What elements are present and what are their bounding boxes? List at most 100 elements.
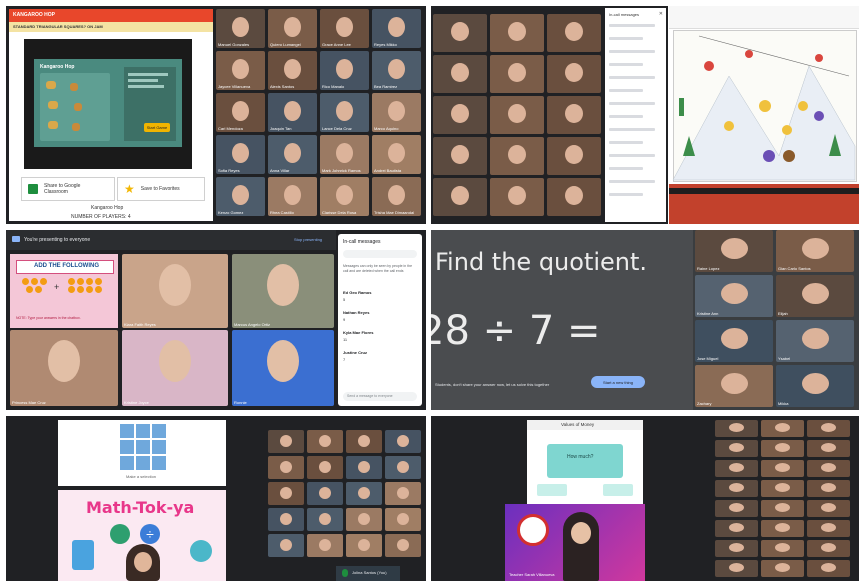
participant-tile[interactable] — [715, 420, 758, 437]
participant-tile[interactable] — [547, 14, 601, 52]
participant-tile[interactable] — [268, 456, 304, 479]
participant-tile[interactable]: Mark Johnrick Ramos — [320, 135, 369, 174]
participant-tile[interactable] — [715, 480, 758, 497]
participant-tile[interactable] — [761, 480, 804, 497]
share-classroom-button[interactable]: Share to Google Classroom — [21, 177, 115, 201]
participant-tile[interactable] — [715, 520, 758, 537]
participant-tile[interactable] — [307, 456, 343, 479]
participant-tile[interactable]: Jaycee Villanueva — [216, 51, 265, 90]
participant-tile[interactable]: Kiara Faith Reyes — [122, 254, 228, 328]
participant-tile[interactable]: Kristine Ann — [695, 275, 773, 317]
start-game-button[interactable]: Start Game — [144, 123, 170, 132]
participant-tile[interactable]: Princess Mae Cruz — [10, 330, 118, 406]
participant-tile[interactable] — [761, 540, 804, 557]
participant-tile[interactable] — [807, 560, 850, 577]
participant-tile[interactable]: Rico Manalo — [320, 51, 369, 90]
participant-tile[interactable]: Alexis Santos — [268, 51, 317, 90]
participant-tile[interactable]: Carl Mendoza — [216, 93, 265, 132]
participant-tile[interactable] — [761, 560, 804, 577]
participant-tile[interactable]: Kenzo Gomez — [216, 177, 265, 216]
participant-tile[interactable]: Manuel Gonzales — [216, 9, 265, 48]
participant-tile[interactable] — [715, 540, 758, 557]
participant-tile[interactable] — [761, 460, 804, 477]
participant-tile[interactable] — [346, 508, 382, 531]
participant-tile[interactable]: Jose Miguel — [695, 320, 773, 362]
participant-tile[interactable]: Trisha Mae Dimaandal — [372, 177, 421, 216]
participant-tile[interactable] — [346, 430, 382, 453]
participant-tile[interactable] — [807, 500, 850, 517]
participant-tile[interactable] — [385, 456, 421, 479]
participant-tile[interactable] — [807, 440, 850, 457]
participant-tile[interactable] — [385, 534, 421, 557]
participant-tile[interactable] — [715, 560, 758, 577]
participant-tile[interactable] — [547, 55, 601, 93]
participant-tile[interactable] — [385, 508, 421, 531]
money-option-left[interactable] — [537, 484, 567, 496]
participant-tile[interactable] — [807, 520, 850, 537]
participant-tile[interactable]: Marcus Angelo Ortiz — [232, 254, 334, 328]
participant-tile[interactable]: Gian Carlo Santos — [776, 230, 854, 272]
participant-tile[interactable]: Mikka — [776, 365, 854, 407]
participant-tile[interactable] — [433, 55, 487, 93]
grid-icon[interactable] — [120, 424, 166, 470]
participant-tile[interactable]: Joaquin Tan — [268, 93, 317, 132]
participant-tile[interactable] — [715, 460, 758, 477]
participant-tile[interactable] — [433, 14, 487, 52]
participant-tile[interactable]: Anna Villar — [268, 135, 317, 174]
participant-tile[interactable] — [385, 482, 421, 505]
participant-tile[interactable] — [807, 480, 850, 497]
participant-tile[interactable] — [807, 420, 850, 437]
participant-tile[interactable] — [268, 482, 304, 505]
participant-tile[interactable] — [807, 540, 850, 557]
participant-tile[interactable]: Rhea Castillo — [268, 177, 317, 216]
participant-tile[interactable]: Raine Lopez — [695, 230, 773, 272]
participant-tile[interactable] — [433, 178, 487, 216]
participant-tile[interactable] — [307, 482, 343, 505]
participant-tile[interactable]: Reyes Mikko — [372, 9, 421, 48]
participant-tile[interactable]: Lance Dela Cruz — [320, 93, 369, 132]
participant-tile[interactable] — [761, 520, 804, 537]
participant-tile[interactable] — [385, 430, 421, 453]
participant-tile[interactable] — [715, 500, 758, 517]
participant-tile[interactable] — [490, 137, 544, 175]
participant-tile[interactable]: Sofia Reyes — [216, 135, 265, 174]
money-option-right[interactable] — [603, 484, 633, 496]
participant-tile[interactable] — [761, 500, 804, 517]
participant-tile[interactable] — [807, 460, 850, 477]
participant-tile[interactable] — [346, 534, 382, 557]
participant-tile[interactable] — [490, 14, 544, 52]
send-message-input[interactable]: Send a message to everyone — [343, 392, 417, 401]
participant-tile[interactable]: Clarisse Dela Rosa — [320, 177, 369, 216]
close-icon[interactable]: ✕ — [659, 11, 663, 17]
participant-tile[interactable] — [268, 430, 304, 453]
participant-tile[interactable] — [268, 508, 304, 531]
participant-tile[interactable]: Andrei Bautista — [372, 135, 421, 174]
participant-tile[interactable]: Ysabel — [776, 320, 854, 362]
participant-tile[interactable] — [433, 137, 487, 175]
participant-tile[interactable] — [268, 534, 304, 557]
participant-tile[interactable] — [547, 96, 601, 134]
participant-tile[interactable] — [547, 178, 601, 216]
participant-tile[interactable] — [490, 55, 544, 93]
participant-tile[interactable]: Kristine Joyce — [122, 330, 228, 406]
participant-tile[interactable] — [715, 440, 758, 457]
chat-toggle[interactable] — [343, 250, 417, 258]
participant-tile[interactable]: Zachary — [695, 365, 773, 407]
participant-tile[interactable] — [307, 430, 343, 453]
participant-tile[interactable]: Marco Aquino — [372, 93, 421, 132]
new-thing-button[interactable]: Start a new thing — [591, 376, 645, 388]
participant-tile[interactable] — [490, 178, 544, 216]
participant-tile[interactable] — [307, 534, 343, 557]
participant-tile[interactable] — [346, 456, 382, 479]
save-favorites-button[interactable]: ★ Save to Favorites — [117, 177, 205, 201]
participant-tile[interactable] — [761, 420, 804, 437]
participant-tile[interactable]: Bea Ramirez — [372, 51, 421, 90]
participant-tile[interactable]: Elijah — [776, 275, 854, 317]
participant-tile[interactable]: Ronnie — [232, 330, 334, 406]
participant-tile[interactable] — [346, 482, 382, 505]
participant-tile[interactable] — [761, 440, 804, 457]
participant-tile[interactable] — [307, 508, 343, 531]
participant-tile[interactable]: Grace Anne Lee — [320, 9, 369, 48]
participant-tile[interactable] — [490, 96, 544, 134]
participant-tile[interactable] — [547, 137, 601, 175]
